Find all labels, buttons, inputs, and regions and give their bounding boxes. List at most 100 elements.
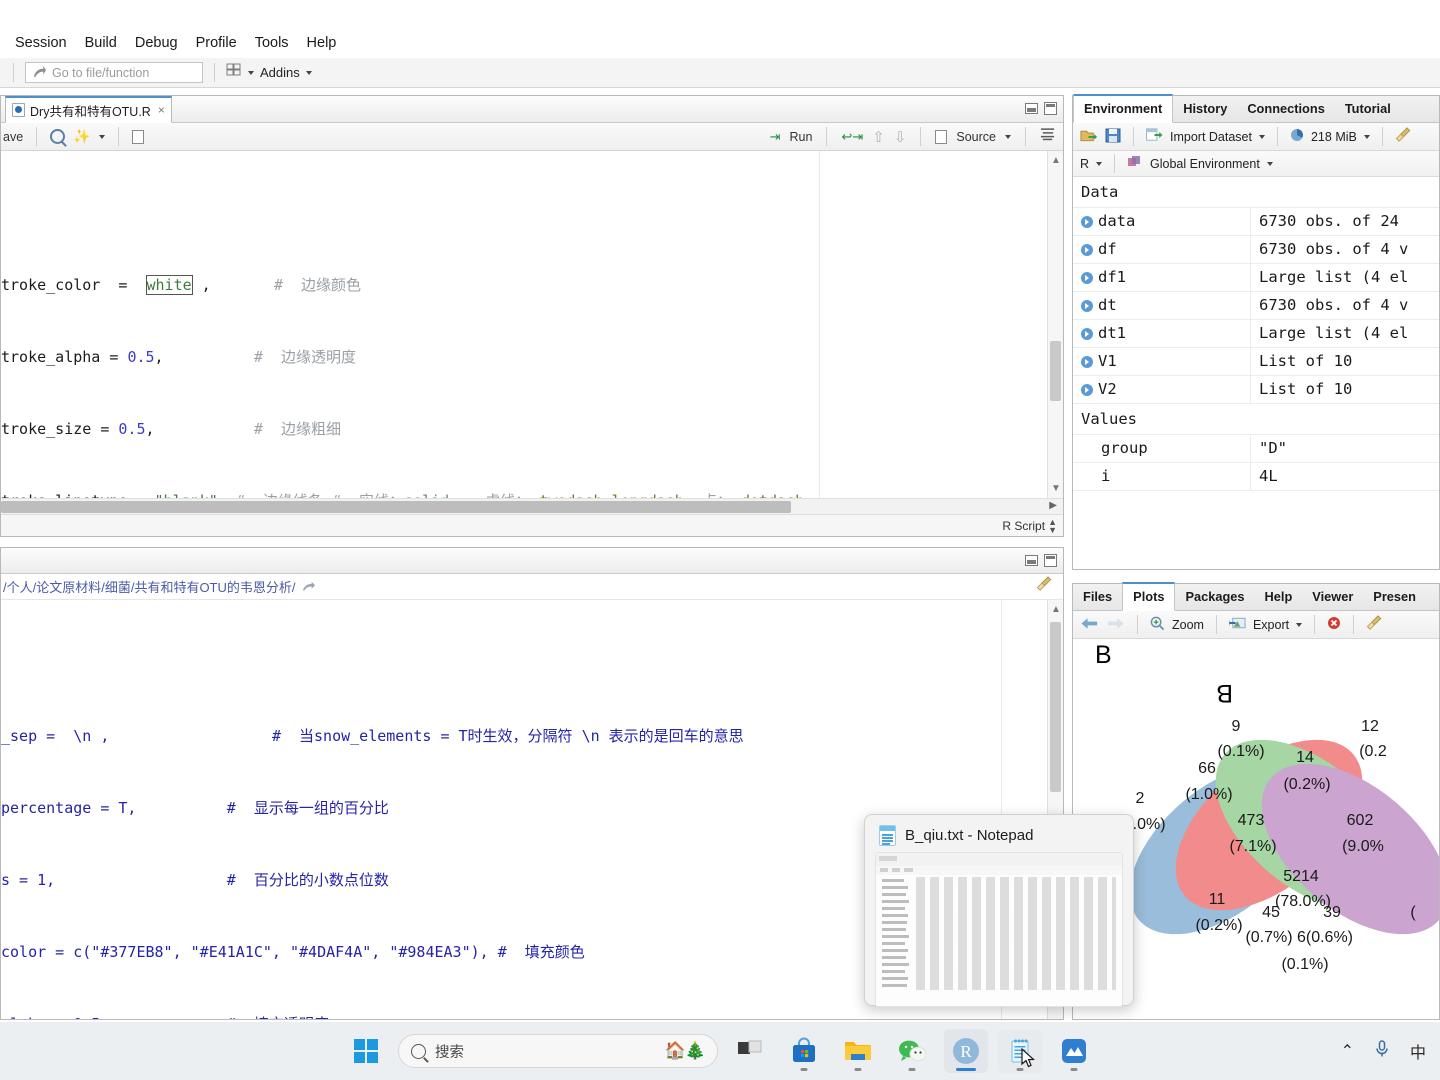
forward-arrow-icon[interactable] — [1106, 616, 1125, 634]
expand-icon[interactable] — [1081, 243, 1093, 256]
expand-icon[interactable] — [1081, 355, 1093, 368]
editor-tab-dry-otu[interactable]: Dry共有和特有OTU.R × — [5, 96, 172, 123]
menu-profile[interactable]: Profile — [187, 33, 246, 53]
notepad-taskbar-preview[interactable]: B_qiu.txt - Notepad — [864, 814, 1134, 1007]
notepad-preview-thumbnail[interactable] — [875, 852, 1123, 1007]
zoom-button[interactable]: Zoom — [1172, 618, 1204, 632]
table-row[interactable]: i 4L — [1073, 463, 1439, 491]
outline-icon[interactable] — [1040, 127, 1055, 146]
rstudio-button[interactable]: R — [944, 1029, 988, 1073]
notepad-button[interactable] — [998, 1029, 1042, 1073]
console-working-directory[interactable]: /个人/论文原材料/细菌/共有和特有OTU的韦恩分析/ — [3, 577, 296, 596]
tab-viewer[interactable]: Viewer — [1302, 584, 1363, 610]
tab-plots[interactable]: Plots — [1122, 582, 1176, 611]
language-selector[interactable]: R — [1080, 157, 1089, 171]
import-chevron-down-icon[interactable] — [1258, 134, 1265, 139]
expand-icon[interactable] — [1081, 299, 1093, 312]
editor-file-type-label[interactable]: R Script — [1002, 519, 1045, 533]
addins-button[interactable]: Addins — [260, 65, 300, 80]
editor-tab-close-icon[interactable]: × — [158, 103, 165, 117]
previous-chunk-icon[interactable]: ⇧ — [872, 128, 885, 146]
start-button[interactable] — [344, 1029, 388, 1073]
console-maximize-icon[interactable] — [1044, 554, 1057, 567]
table-row[interactable]: dt1 Large list (4 el — [1073, 320, 1439, 348]
clear-plots-broom-icon[interactable] — [1366, 615, 1383, 634]
task-view-button[interactable] — [728, 1029, 772, 1073]
mic-icon[interactable] — [1374, 1039, 1390, 1064]
export-chevron-down-icon[interactable] — [1296, 622, 1303, 627]
table-row[interactable]: V2 List of 10 — [1073, 376, 1439, 404]
console-minimize-icon[interactable] — [1025, 555, 1038, 566]
file-type-stepper-icon[interactable]: ▲ ▼ — [1048, 517, 1057, 534]
compile-report-icon[interactable] — [131, 129, 144, 144]
global-environment-selector[interactable]: Global Environment — [1150, 157, 1260, 171]
tab-files[interactable]: Files — [1073, 584, 1122, 610]
editor-maximize-icon[interactable] — [1044, 102, 1057, 115]
goto-file-function-input[interactable]: Go to file/function — [25, 62, 203, 83]
find-replace-icon[interactable] — [50, 129, 66, 144]
open-directory-icon[interactable] — [302, 580, 316, 593]
chevron-up-icon[interactable]: ⌃ — [1341, 1041, 1354, 1061]
tab-connections[interactable]: Connections — [1237, 96, 1335, 122]
scroll-up-arrow-icon[interactable]: ▲ — [1051, 155, 1061, 166]
save-button[interactable]: ave — [3, 130, 23, 144]
search-input[interactable]: 搜索 🏠🎄 — [398, 1034, 718, 1068]
table-row[interactable]: dt 6730 obs. of 4 v — [1073, 292, 1439, 320]
menu-build[interactable]: Build — [76, 33, 126, 53]
addins-chevron-down-icon[interactable] — [305, 70, 312, 75]
clear-console-broom-icon[interactable] — [1036, 576, 1053, 597]
grid-icon[interactable] — [226, 62, 242, 83]
source-button[interactable]: Source — [956, 130, 996, 144]
editor-minimize-icon[interactable] — [1025, 103, 1038, 114]
grid-chevron-down-icon[interactable] — [248, 70, 254, 75]
file-explorer-button[interactable] — [836, 1029, 880, 1073]
menu-session[interactable]: Session — [6, 33, 76, 53]
back-arrow-icon[interactable] — [1080, 616, 1099, 634]
save-workspace-icon[interactable] — [1105, 128, 1121, 146]
editor-hscroll-thumb[interactable] — [1, 501, 791, 513]
menu-tools[interactable]: Tools — [246, 33, 298, 53]
tab-presentation[interactable]: Presen — [1363, 584, 1426, 610]
table-row[interactable]: df 6730 obs. of 4 v — [1073, 236, 1439, 264]
tab-tutorial[interactable]: Tutorial — [1335, 96, 1401, 122]
memory-chevron-down-icon[interactable] — [1363, 134, 1370, 139]
scope-chevron-down-icon[interactable] — [1266, 161, 1273, 166]
tab-help[interactable]: Help — [1255, 584, 1303, 610]
language-chevron-down-icon[interactable] — [1096, 161, 1103, 166]
menu-help[interactable]: Help — [298, 33, 346, 53]
code-tools-chevron-down-icon[interactable] — [98, 134, 105, 139]
environment-object-table[interactable]: Data data 6730 obs. of 24 df 6730 obs. o… — [1073, 177, 1439, 569]
tab-history[interactable]: History — [1173, 96, 1237, 122]
import-dataset-button[interactable]: Import Dataset — [1170, 130, 1252, 144]
menu-debug[interactable]: Debug — [126, 33, 187, 53]
tab-environment[interactable]: Environment — [1073, 94, 1174, 123]
next-chunk-icon[interactable]: ⇩ — [894, 128, 907, 146]
console-scroll-thumb[interactable] — [1050, 622, 1061, 792]
tab-packages[interactable]: Packages — [1175, 584, 1254, 610]
run-button[interactable]: Run — [790, 130, 813, 144]
source-chevron-down-icon[interactable] — [1005, 134, 1011, 139]
mountain-app-button[interactable] — [1052, 1029, 1096, 1073]
expand-icon[interactable] — [1081, 215, 1093, 228]
scroll-down-arrow-icon[interactable]: ▼ — [1051, 483, 1061, 494]
editor-scroll-thumb[interactable] — [1050, 341, 1061, 401]
wechat-button[interactable] — [890, 1029, 934, 1073]
hscroll-right-arrow-icon[interactable]: ▶ — [1049, 500, 1057, 511]
expand-icon[interactable] — [1081, 271, 1093, 284]
export-button[interactable]: Export — [1253, 618, 1289, 632]
expand-icon[interactable] — [1081, 327, 1093, 340]
memory-usage-label[interactable]: 218 MiB — [1311, 130, 1357, 144]
table-row[interactable]: group "D" — [1073, 435, 1439, 463]
load-workspace-icon[interactable] — [1080, 128, 1098, 146]
editor-code-area[interactable]: troke_color = white , # 边缘颜色 troke_alpha… — [1, 151, 1063, 536]
code-tools-wand-icon[interactable]: ✨ — [73, 128, 90, 145]
table-row[interactable]: data 6730 obs. of 24 — [1073, 208, 1439, 236]
table-row[interactable]: df1 Large list (4 el — [1073, 264, 1439, 292]
table-row[interactable]: V1 List of 10 — [1073, 348, 1439, 376]
microsoft-store-button[interactable] — [782, 1029, 826, 1073]
rerun-icon[interactable]: ↩⇥ — [841, 129, 863, 145]
editor-vertical-scrollbar[interactable]: ▲ ▼ — [1047, 151, 1063, 498]
expand-icon[interactable] — [1081, 383, 1093, 396]
clear-environment-broom-icon[interactable] — [1395, 127, 1412, 146]
console-scroll-up-arrow-icon[interactable]: ▲ — [1051, 604, 1061, 615]
